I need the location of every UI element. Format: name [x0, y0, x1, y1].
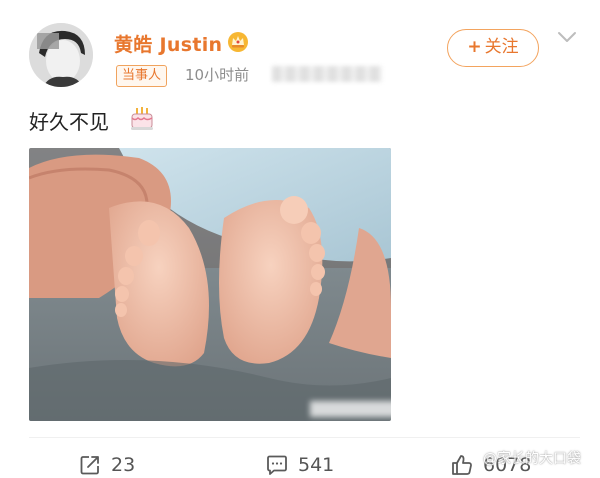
- blurred-source-info: [272, 66, 382, 82]
- chevron-down-icon[interactable]: [556, 30, 578, 44]
- author-name[interactable]: 黄皓 Justin: [114, 30, 222, 57]
- role-badge: 当事人: [116, 65, 168, 87]
- avatar[interactable]: [29, 23, 93, 87]
- photo-blur-mark: [310, 401, 398, 417]
- comment-icon: [267, 455, 287, 475]
- comment-button[interactable]: 541: [265, 452, 334, 478]
- post-photo[interactable]: [29, 148, 391, 421]
- weibo-post-card: 黄皓 Justin 当事人 10小时前 + 关注 好久不见 23 541 607…: [0, 0, 600, 477]
- post-timestamp: 10小时前: [185, 66, 250, 84]
- follow-label: 关注: [484, 37, 519, 57]
- birthday-cake-icon: [131, 107, 153, 130]
- follow-button[interactable]: + 关注: [447, 29, 539, 67]
- post-text: 好久不见: [29, 110, 109, 134]
- repost-icon: [80, 456, 99, 475]
- divider: [29, 437, 580, 438]
- repost-count: 23: [111, 454, 136, 476]
- comment-count: 541: [298, 454, 335, 476]
- watermark: @家长的大口袋: [483, 451, 581, 467]
- crown-icon: [228, 32, 248, 52]
- plus-icon: +: [467, 37, 482, 57]
- baby-feet-photo: [29, 148, 391, 421]
- repost-button[interactable]: 23: [78, 452, 135, 478]
- thumbs-up-icon: [452, 455, 472, 475]
- avatar-image: [29, 23, 93, 87]
